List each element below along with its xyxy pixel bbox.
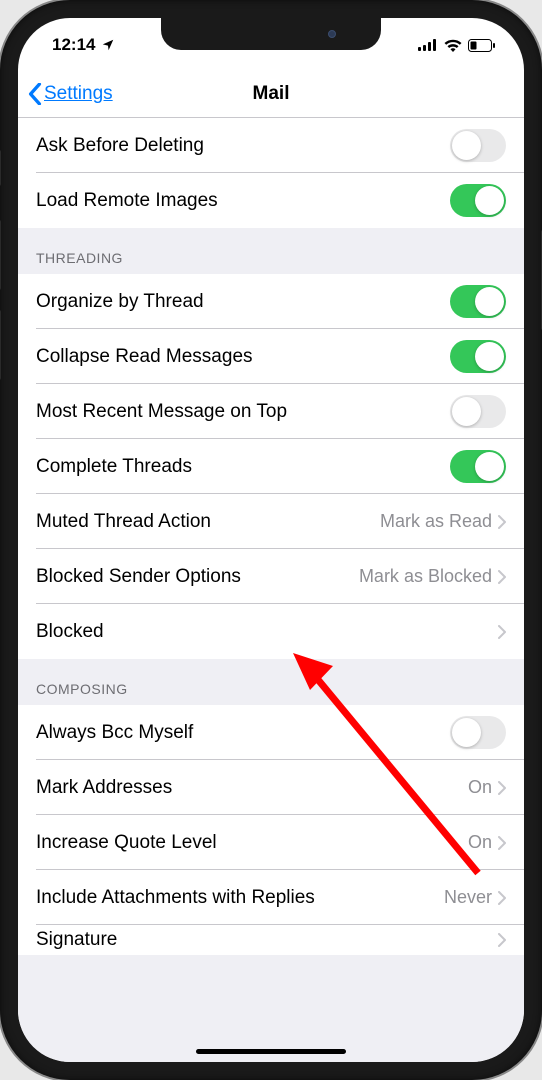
chevron-left-icon (28, 83, 42, 105)
chevron-right-icon (498, 570, 506, 584)
row-value: Never (444, 887, 492, 908)
wifi-icon (444, 39, 462, 52)
row-label: Increase Quote Level (36, 832, 468, 854)
toggle-ask-before-deleting[interactable] (450, 129, 506, 162)
toggle-most-recent-on-top[interactable] (450, 395, 506, 428)
row-value: Mark as Read (380, 511, 492, 532)
side-button (0, 150, 1, 186)
row-include-attachments[interactable]: Include Attachments with Replies Never (18, 870, 524, 925)
row-load-remote-images[interactable]: Load Remote Images (18, 173, 524, 228)
row-value: Mark as Blocked (359, 566, 492, 587)
row-label: Always Bcc Myself (36, 722, 450, 744)
row-blocked[interactable]: Blocked (18, 604, 524, 659)
row-label: Signature (36, 929, 498, 951)
row-label: Blocked (36, 621, 498, 643)
chevron-right-icon (498, 891, 506, 905)
status-time: 12:14 (52, 35, 95, 55)
chevron-right-icon (498, 625, 506, 639)
row-value: On (468, 832, 492, 853)
page-title: Mail (253, 83, 290, 105)
row-muted-thread-action[interactable]: Muted Thread Action Mark as Read (18, 494, 524, 549)
row-label: Most Recent Message on Top (36, 401, 450, 423)
row-label: Complete Threads (36, 456, 450, 478)
row-label: Organize by Thread (36, 291, 450, 313)
row-most-recent-on-top[interactable]: Most Recent Message on Top (18, 384, 524, 439)
chevron-right-icon (498, 933, 506, 947)
back-button[interactable]: Settings (28, 83, 113, 105)
toggle-collapse-read-messages[interactable] (450, 340, 506, 373)
row-always-bcc-myself[interactable]: Always Bcc Myself (18, 705, 524, 760)
row-label: Load Remote Images (36, 190, 450, 212)
list-group: Ask Before Deleting Load Remote Images (18, 118, 524, 228)
phone-frame: 12:14 (0, 0, 542, 1080)
row-mark-addresses[interactable]: Mark Addresses On (18, 760, 524, 815)
side-button (0, 220, 1, 290)
chevron-right-icon (498, 515, 506, 529)
toggle-organize-by-thread[interactable] (450, 285, 506, 318)
row-label: Collapse Read Messages (36, 346, 450, 368)
notch (161, 18, 381, 50)
row-blocked-sender-options[interactable]: Blocked Sender Options Mark as Blocked (18, 549, 524, 604)
battery-icon (468, 39, 496, 52)
row-label: Include Attachments with Replies (36, 887, 444, 909)
home-indicator[interactable] (196, 1049, 346, 1054)
row-signature[interactable]: Signature (18, 925, 524, 955)
row-label: Ask Before Deleting (36, 135, 450, 157)
screen: 12:14 (18, 18, 524, 1062)
row-organize-by-thread[interactable]: Organize by Thread (18, 274, 524, 329)
group-header-composing: COMPOSING (18, 659, 524, 705)
row-label: Muted Thread Action (36, 511, 380, 533)
list-group-threading: Organize by Thread Collapse Read Message… (18, 274, 524, 659)
row-complete-threads[interactable]: Complete Threads (18, 439, 524, 494)
back-label: Settings (44, 83, 113, 105)
row-ask-before-deleting[interactable]: Ask Before Deleting (18, 118, 524, 173)
row-label: Mark Addresses (36, 777, 468, 799)
nav-bar: Settings Mail (18, 70, 524, 118)
cellular-signal-icon (418, 39, 438, 51)
toggle-load-remote-images[interactable] (450, 184, 506, 217)
settings-content[interactable]: Ask Before Deleting Load Remote Images T… (18, 118, 524, 1062)
list-group-composing: Always Bcc Myself Mark Addresses On Incr… (18, 705, 524, 955)
row-value: On (468, 777, 492, 798)
row-collapse-read-messages[interactable]: Collapse Read Messages (18, 329, 524, 384)
row-label: Blocked Sender Options (36, 566, 359, 588)
chevron-right-icon (498, 781, 506, 795)
group-header-threading: THREADING (18, 228, 524, 274)
location-icon (101, 38, 115, 52)
side-button (0, 310, 1, 380)
toggle-complete-threads[interactable] (450, 450, 506, 483)
toggle-always-bcc-myself[interactable] (450, 716, 506, 749)
row-increase-quote-level[interactable]: Increase Quote Level On (18, 815, 524, 870)
chevron-right-icon (498, 836, 506, 850)
